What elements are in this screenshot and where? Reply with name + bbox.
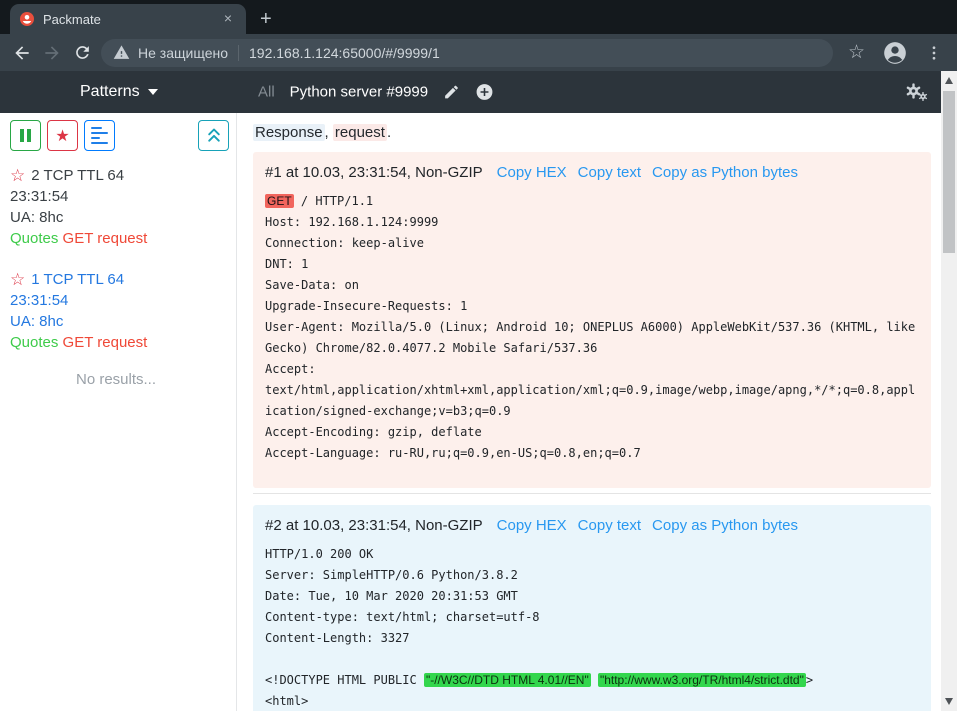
packet-item-useragent: UA: 8hc <box>10 311 236 332</box>
browser-menu-icon[interactable] <box>925 44 943 62</box>
caret-down-icon <box>148 89 158 95</box>
reload-icon[interactable] <box>67 38 97 68</box>
profile-avatar[interactable] <box>882 40 908 66</box>
copy-hex-link[interactable]: Copy HEX <box>497 517 567 534</box>
tag-red: GET request <box>63 230 148 247</box>
list-filter-button[interactable] <box>84 120 115 151</box>
highlight-request: request <box>333 124 387 141</box>
no-results-label: No results... <box>10 371 236 388</box>
packet-body: GET / HTTP/1.1 Host: 192.168.1.124:9999 … <box>265 191 919 464</box>
packet-actions: Copy HEX Copy text Copy as Python bytes <box>497 164 798 181</box>
favorite-star-icon[interactable]: ☆ <box>10 271 25 288</box>
copy-text-link[interactable]: Copy text <box>578 164 641 181</box>
highlight-response: Response <box>253 124 325 141</box>
edit-pattern-icon[interactable] <box>443 84 460 101</box>
tab-title: Packmate <box>43 12 211 27</box>
patterns-menu[interactable]: Patterns <box>80 83 158 101</box>
app-header: Patterns All Python server #9999 <box>0 71 941 113</box>
sidebar: ★ ☆ 2 TCP TTL 64 23:31:54 UA: 8hc Quotes… <box>0 113 237 711</box>
content-body: ★ ☆ 2 TCP TTL 64 23:31:54 UA: 8hc Quotes… <box>0 113 941 711</box>
scroll-up-arrow[interactable] <box>945 77 953 84</box>
copy-hex-link[interactable]: Copy HEX <box>497 164 567 181</box>
double-chevron-up-icon <box>206 127 222 144</box>
pattern-tab-current[interactable]: Python server #9999 <box>290 84 428 101</box>
scrollbar-thumb[interactable] <box>943 91 955 253</box>
packet-id: #2 at 10.03, 23:31:54, Non-GZIP <box>265 517 483 534</box>
packet-divider <box>253 493 931 494</box>
packet-body: HTTP/1.0 200 OK Server: SimpleHTTP/0.6 P… <box>265 544 919 711</box>
bookmark-star-icon[interactable]: ☆ <box>848 43 865 62</box>
address-bar[interactable]: Не защищено 192.168.1.124:65000/#/9999/1 <box>101 39 833 67</box>
page-scrollbar[interactable] <box>941 71 957 711</box>
page: Patterns All Python server #9999 <box>0 71 957 711</box>
star-icon: ★ <box>55 126 69 146</box>
packet-item-tags: Quotes GET request <box>10 228 236 249</box>
highlight-green: "http://www.w3.org/TR/html4/strict.dtd" <box>598 673 806 687</box>
packet-item-title: 1 TCP TTL 64 <box>31 269 124 290</box>
copy-as-python-bytes-link[interactable]: Copy as Python bytes <box>652 164 798 181</box>
pause-icon <box>20 129 24 142</box>
scroll-down-arrow[interactable] <box>945 698 953 705</box>
packet-list: ☆ 2 TCP TTL 64 23:31:54 UA: 8hc Quotes G… <box>10 165 236 353</box>
forward-icon[interactable] <box>37 38 67 68</box>
back-icon[interactable] <box>7 38 37 68</box>
collapse-sidebar-button[interactable] <box>198 120 229 151</box>
align-lines-icon <box>91 127 108 144</box>
packet-card: #1 at 10.03, 23:31:54, Non-GZIP Copy HEX… <box>253 152 931 488</box>
tab-close-icon[interactable]: × <box>219 10 237 28</box>
security-warning-icon <box>113 44 130 61</box>
patterns-menu-label: Patterns <box>80 83 140 101</box>
page-main: Patterns All Python server #9999 <box>0 71 941 711</box>
url-text[interactable]: 192.168.1.124:65000/#/9999/1 <box>249 45 440 61</box>
packet-actions: Copy HEX Copy text Copy as Python bytes <box>497 517 798 534</box>
packet-item-tags: Quotes GET request <box>10 332 236 353</box>
highlight-red: GET <box>265 194 294 208</box>
settings-gear-icon[interactable] <box>905 83 928 102</box>
tag-red: GET request <box>63 334 148 351</box>
pause-capture-button[interactable] <box>10 120 41 151</box>
packet-item-title: 2 TCP TTL 64 <box>31 165 124 186</box>
packet-id: #1 at 10.03, 23:31:54, Non-GZIP <box>265 164 483 181</box>
packet-list-item[interactable]: ☆ 1 TCP TTL 64 23:31:54 UA: 8hc Quotes G… <box>10 269 236 353</box>
packets-container: #1 at 10.03, 23:31:54, Non-GZIP Copy HEX… <box>253 152 931 711</box>
pattern-tab-all[interactable]: All <box>258 84 275 101</box>
packet-item-time: 23:31:54 <box>10 186 236 207</box>
pattern-match-line: Response, request. <box>253 124 931 141</box>
address-separator <box>238 45 239 61</box>
copy-as-python-bytes-link[interactable]: Copy as Python bytes <box>652 517 798 534</box>
packet-detail-pane: Response, request. #1 at 10.03, 23:31:54… <box>237 113 941 711</box>
new-tab-button[interactable]: + <box>260 9 272 29</box>
browser-tab-packmate[interactable]: Packmate × <box>10 4 246 34</box>
tag-green: Quotes <box>10 334 58 351</box>
packet-item-time: 23:31:54 <box>10 290 236 311</box>
browser-window: Packmate × + Не защищено 192.168.1.124:6… <box>0 0 957 711</box>
favorite-star-icon[interactable]: ☆ <box>10 167 25 184</box>
packet-list-item[interactable]: ☆ 2 TCP TTL 64 23:31:54 UA: 8hc Quotes G… <box>10 165 236 249</box>
pattern-tabs: All Python server #9999 <box>258 83 494 102</box>
browser-toolbar: Не защищено 192.168.1.124:65000/#/9999/1… <box>0 34 957 71</box>
sidebar-toolbar: ★ <box>10 120 236 151</box>
tag-green: Quotes <box>10 230 58 247</box>
copy-text-link[interactable]: Copy text <box>578 517 641 534</box>
add-pattern-icon[interactable] <box>475 83 494 102</box>
tab-strip: Packmate × + <box>0 0 957 34</box>
packmate-favicon-icon <box>19 11 35 27</box>
packet-card: #2 at 10.03, 23:31:54, Non-GZIP Copy HEX… <box>253 505 931 711</box>
favorites-filter-button[interactable]: ★ <box>47 120 78 151</box>
highlight-green: "-//W3C//DTD HTML 4.01//EN" <box>424 673 591 687</box>
security-label[interactable]: Не защищено <box>138 45 228 61</box>
packet-item-useragent: UA: 8hc <box>10 207 236 228</box>
